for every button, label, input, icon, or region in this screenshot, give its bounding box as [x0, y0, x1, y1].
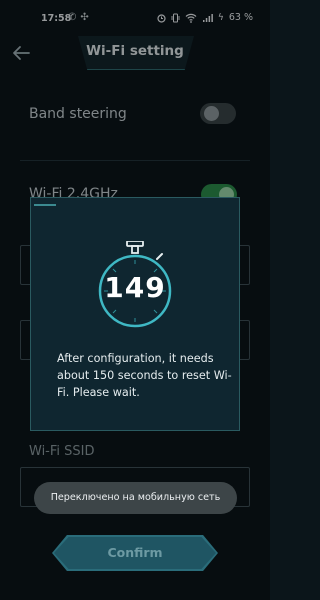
wifi-setting-screen: 17:58 ✆ ✣ ϟ 63 % Wi-Fi setting Band stee…	[0, 0, 270, 600]
dialog-message: After configuration, it needs about 150 …	[57, 352, 232, 399]
confirm-button-label: Confirm	[107, 545, 163, 560]
dialog-corner-accent	[34, 204, 56, 206]
countdown-dialog: 149 After configuration, it needs about …	[30, 197, 240, 431]
confirm-button[interactable]: Confirm	[52, 535, 218, 571]
countdown-number: 149	[104, 271, 166, 304]
toast-message: Переключено на мобильную сеть	[34, 482, 237, 514]
